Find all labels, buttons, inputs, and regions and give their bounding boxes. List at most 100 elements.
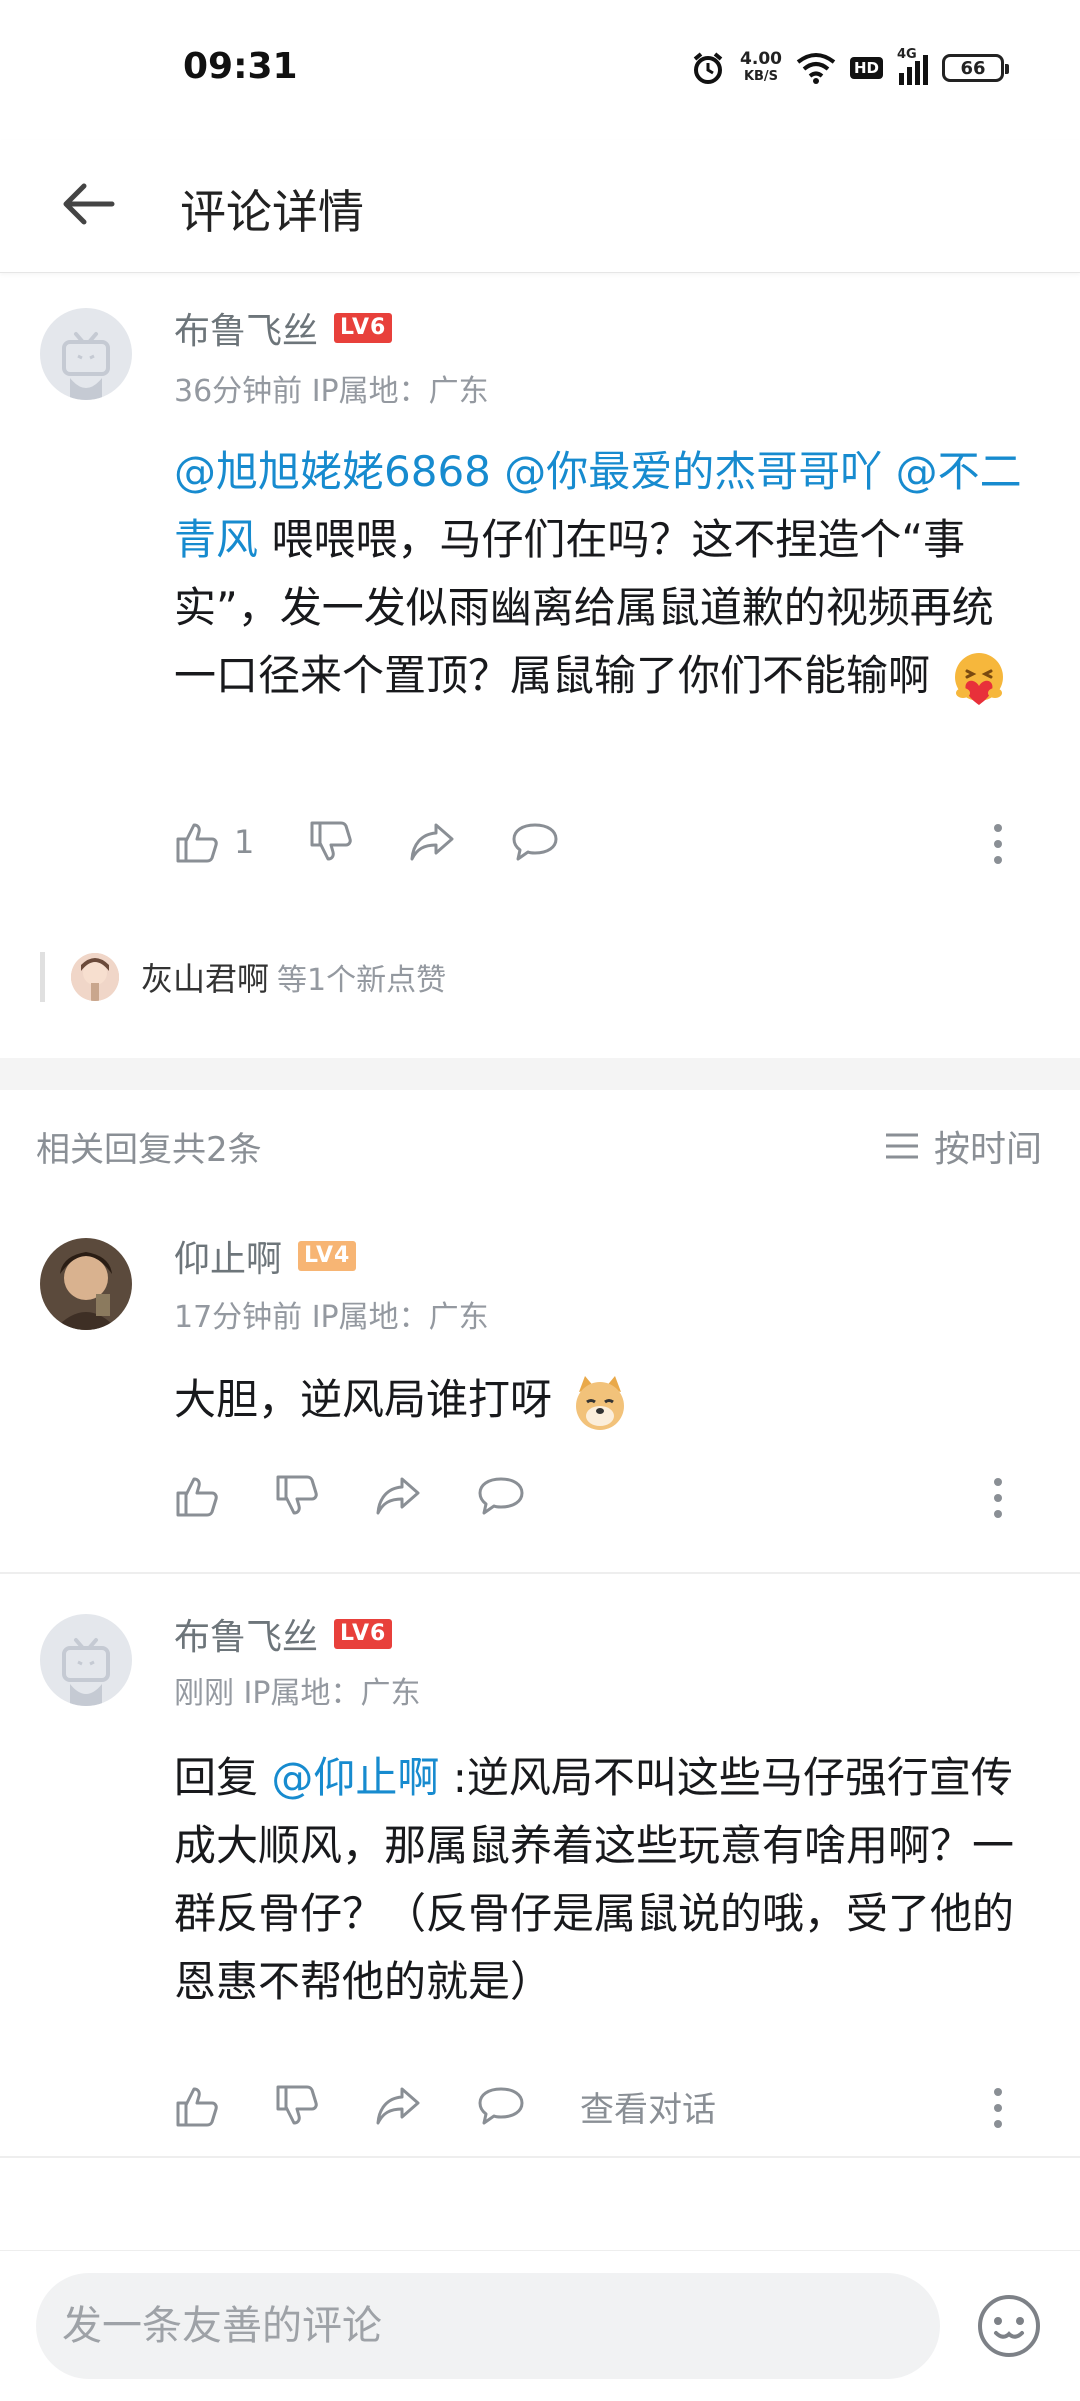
more-options-button[interactable] (990, 1476, 1006, 1524)
sort-lines-icon (885, 1133, 918, 1159)
username-text[interactable]: 布鲁飞丝 (174, 302, 318, 354)
reply-item: 布鲁飞丝 LV6 刚刚 IP属地：广东 回复 @仰止啊 :逆风局不叫这些马仔强行… (0, 1574, 1080, 2158)
avatar[interactable] (40, 308, 132, 400)
comment-actions: 1 (174, 812, 1006, 872)
reply-text: 大胆，逆风局谁打呀 (174, 1375, 553, 1424)
main-comment: 布鲁飞丝 LV6 36分钟前 IP属地：广东 @旭旭姥姥6868 @你最爱的杰哥… (0, 272, 1080, 1062)
reply-prefix: 回复 (174, 1753, 272, 1802)
reply-content: 大胆，逆风局谁打呀 (174, 1366, 1034, 1434)
status-icons: 4.00 KB/S HD 4G 66 (690, 44, 1009, 92)
reply-username: 布鲁飞丝 LV6 (174, 1608, 393, 1660)
mention-link[interactable]: @你最爱的杰哥哥吖 (504, 447, 882, 496)
level-badge: LV6 (334, 313, 393, 343)
reply-button[interactable] (476, 2083, 526, 2129)
comment-bubble-icon (478, 1477, 524, 1515)
back-arrow-icon (63, 183, 115, 225)
share-icon (376, 1477, 420, 1515)
back-button[interactable] (52, 168, 124, 240)
avatar[interactable] (40, 1614, 132, 1706)
dislike-button[interactable] (274, 2083, 320, 2129)
comment-content: @旭旭姥姥6868 @你最爱的杰哥哥吖 @不二青风 喂喂喂，马仔们在吗？这不捏造… (174, 438, 1034, 710)
likers-rest: 等1个新点赞 (277, 963, 447, 998)
thumbs-up-icon (176, 2087, 218, 2127)
mention-link[interactable]: @旭旭姥姥6868 (174, 447, 491, 496)
thumbs-up-icon (176, 1477, 218, 1517)
comment-username: 布鲁飞丝 LV6 (174, 302, 393, 354)
status-bar: 09:31 4.00 KB/S HD 4G 66 (0, 0, 1080, 140)
like-button[interactable]: 1 (174, 819, 254, 865)
liker-name: 灰山君啊 (141, 960, 270, 998)
page-title: 评论详情 (180, 185, 364, 239)
signal-type: 4G (897, 47, 917, 62)
more-options-button[interactable] (990, 822, 1006, 870)
hug-heart-emoji-icon (955, 652, 1004, 705)
sort-label: 按时间 (933, 1129, 1042, 1170)
reply-button[interactable] (476, 1473, 526, 1519)
replies-header: 相关回复共2条 按时间 (36, 1118, 1042, 1174)
replies-count: 相关回复共2条 (36, 1129, 262, 1170)
comment-input-bar (0, 2250, 1080, 2401)
like-button[interactable] (174, 2083, 220, 2129)
mention-link[interactable]: @仰止啊 (271, 1753, 439, 1802)
thumbs-down-icon (276, 1475, 318, 1515)
comment-bubble-icon (512, 823, 558, 861)
alarm-icon (693, 52, 723, 84)
network-speed-value: 4.00 (740, 49, 782, 69)
liker-avatar-image (71, 953, 119, 1001)
comment-meta: 36分钟前 IP属地：广东 (174, 374, 489, 409)
network-speed: 4.00 KB/S (740, 50, 782, 86)
level-badge: LV4 (298, 1241, 357, 1271)
default-avatar-icon (62, 332, 110, 400)
like-count: 1 (234, 823, 255, 861)
user-avatar-image (40, 1238, 132, 1330)
cellular-signal-icon: 4G (897, 47, 928, 85)
share-icon (410, 823, 454, 861)
more-vertical-icon (994, 1478, 1002, 1518)
default-avatar-icon (62, 1638, 110, 1706)
dislike-button[interactable] (308, 819, 354, 865)
share-button[interactable] (408, 819, 456, 865)
reply-meta: 17分钟前 IP属地：广东 (174, 1300, 489, 1335)
emoji-button[interactable] (976, 2293, 1042, 2359)
reply-actions (174, 1466, 1006, 1526)
share-icon (376, 2087, 420, 2125)
hd-icon: HD (849, 57, 883, 79)
thumbs-down-icon (310, 821, 353, 861)
reply-actions: 查看对话 (174, 2076, 1006, 2136)
wifi-icon (796, 53, 836, 84)
doge-emoji-icon (576, 1375, 625, 1430)
liker-avatar (71, 953, 119, 1001)
reply-button[interactable] (510, 819, 560, 865)
new-likes-notice[interactable]: 灰山君啊 等1个新点赞 (40, 952, 446, 1002)
reply-username: 仰止啊 LV4 (174, 1230, 357, 1282)
network-speed-unit: KB/S (743, 69, 779, 84)
app-header: 评论详情 (0, 140, 1080, 273)
reply-meta: 刚刚 IP属地：广东 (174, 1676, 421, 1711)
comment-input[interactable] (36, 2273, 940, 2379)
emoji-face-icon (978, 2295, 1040, 2357)
more-vertical-icon (994, 2088, 1002, 2128)
battery-level: 66 (960, 57, 986, 79)
section-separator (0, 1058, 1080, 1090)
username-text[interactable]: 仰止啊 (174, 1230, 282, 1282)
battery-icon: 66 (942, 54, 1009, 82)
thumbs-down-icon (276, 2085, 318, 2125)
status-time: 09:31 (183, 46, 298, 87)
dislike-button[interactable] (274, 1473, 320, 1519)
view-conversation-button[interactable]: 查看对话 (580, 2082, 716, 2131)
sort-by-time-button[interactable]: 按时间 (884, 1120, 1042, 1172)
avatar[interactable] (40, 1238, 132, 1330)
more-options-button[interactable] (990, 2086, 1006, 2134)
reply-content: 回复 @仰止啊 :逆风局不叫这些马仔强行宣传成大顺风，那属鼠养着这些玩意有啥用啊… (174, 1744, 1034, 2016)
thumbs-up-icon (176, 823, 218, 863)
share-button[interactable] (374, 2083, 422, 2129)
comment-text: 喂喂喂，马仔们在吗？这不捏造个“事实”，发一发似雨幽离给属鼠道歉的视频再统一口径… (174, 515, 994, 700)
like-button[interactable] (174, 1473, 220, 1519)
more-vertical-icon (994, 824, 1002, 864)
username-text[interactable]: 布鲁飞丝 (174, 1608, 318, 1660)
reply-item: 仰止啊 LV4 17分钟前 IP属地：广东 大胆，逆风局谁打呀 (0, 1208, 1080, 1574)
share-button[interactable] (374, 1473, 422, 1519)
level-badge: LV6 (334, 1619, 393, 1649)
comment-bubble-icon (478, 2087, 524, 2125)
reply-divider (0, 2156, 1080, 2158)
